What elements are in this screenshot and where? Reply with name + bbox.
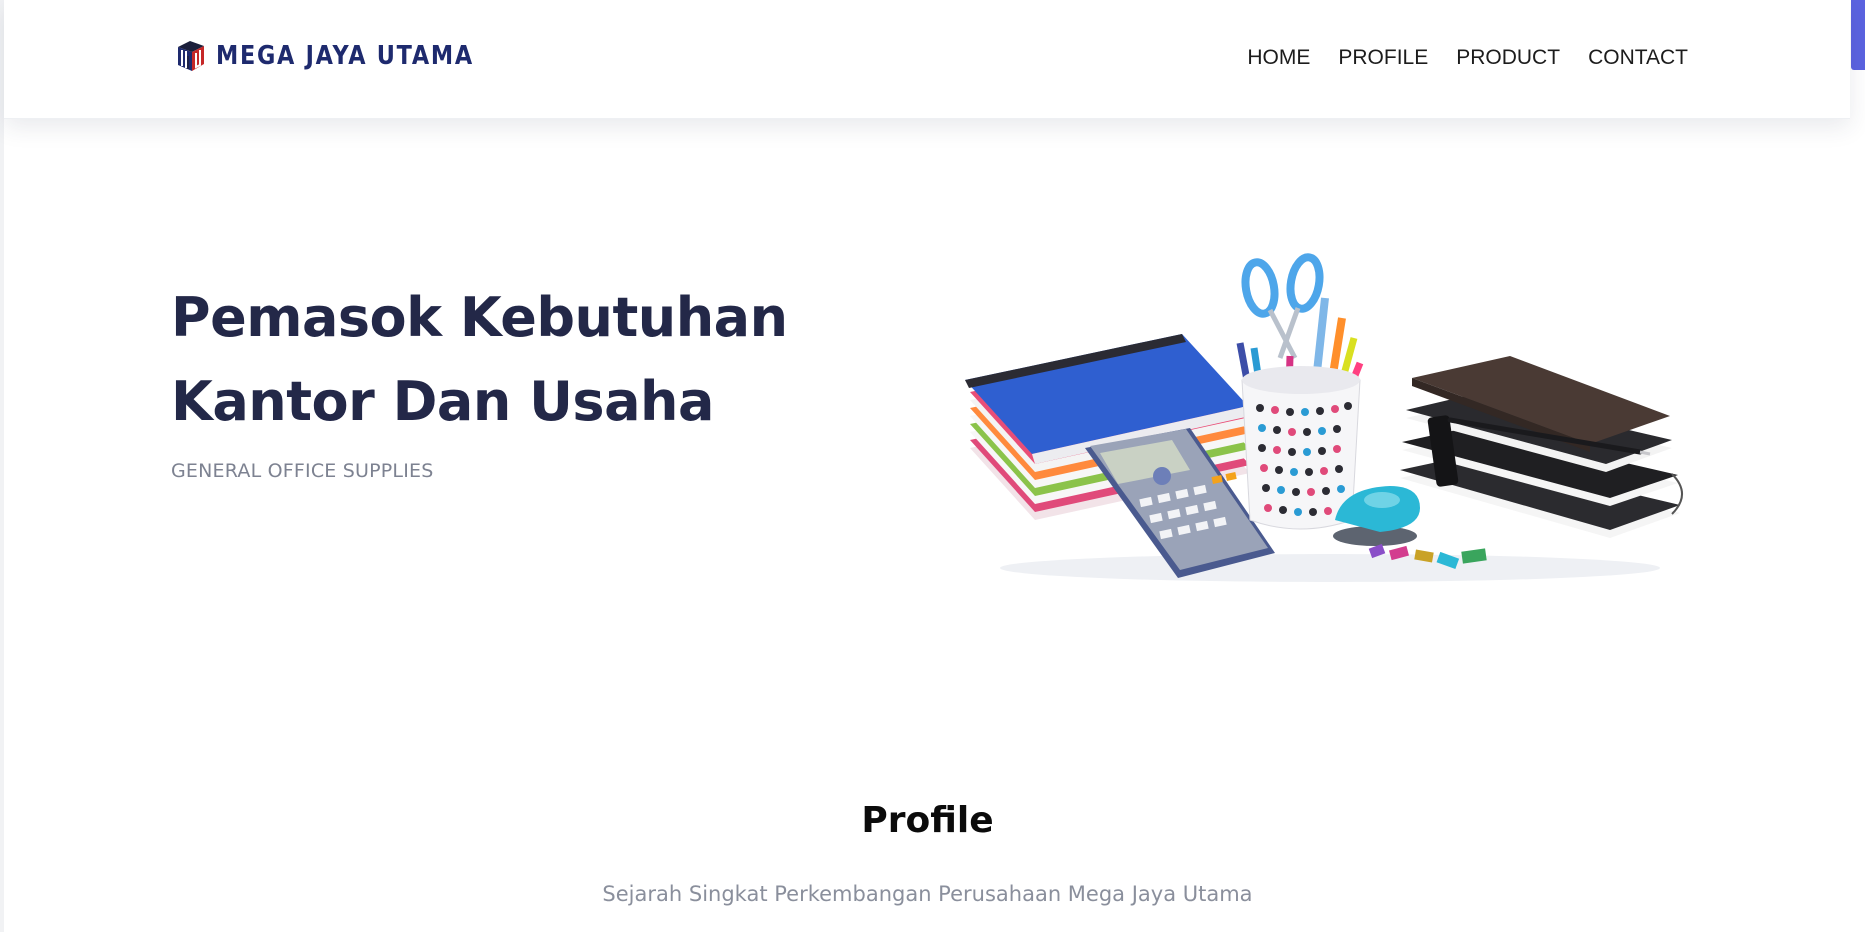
nav-product[interactable]: PRODUCT	[1456, 46, 1560, 70]
window-edge	[0, 0, 4, 932]
nav-profile[interactable]: PROFILE	[1338, 46, 1428, 70]
office-supplies-illustration	[965, 253, 1683, 582]
nav-contact[interactable]: CONTACT	[1588, 46, 1688, 70]
profile-section-title: Profile	[861, 800, 994, 841]
main-nav: HOME PROFILE PRODUCT CONTACT	[1247, 46, 1688, 70]
nav-home[interactable]: HOME	[1247, 46, 1310, 70]
hero-subtitle: GENERAL OFFICE SUPPLIES	[171, 460, 434, 482]
brand-name: MEGA JAYA UTAMA	[216, 41, 474, 71]
pen-holder	[1236, 253, 1364, 530]
page: MEGA JAYA UTAMA HOME PROFILE PRODUCT CON…	[0, 0, 1865, 932]
brand-logo[interactable]: MEGA JAYA UTAMA	[174, 38, 516, 74]
scroll-indicator[interactable]	[1851, 0, 1865, 70]
planner-stack	[1400, 356, 1683, 538]
profile-section-subtitle: Sejarah Singkat Perkembangan Perusahaan …	[602, 882, 1253, 906]
site-header: MEGA JAYA UTAMA HOME PROFILE PRODUCT CON…	[4, 0, 1850, 119]
hero-title: Pemasok Kebutuhan Kantor Dan Usaha	[171, 286, 788, 433]
box-logo-icon	[178, 41, 204, 71]
